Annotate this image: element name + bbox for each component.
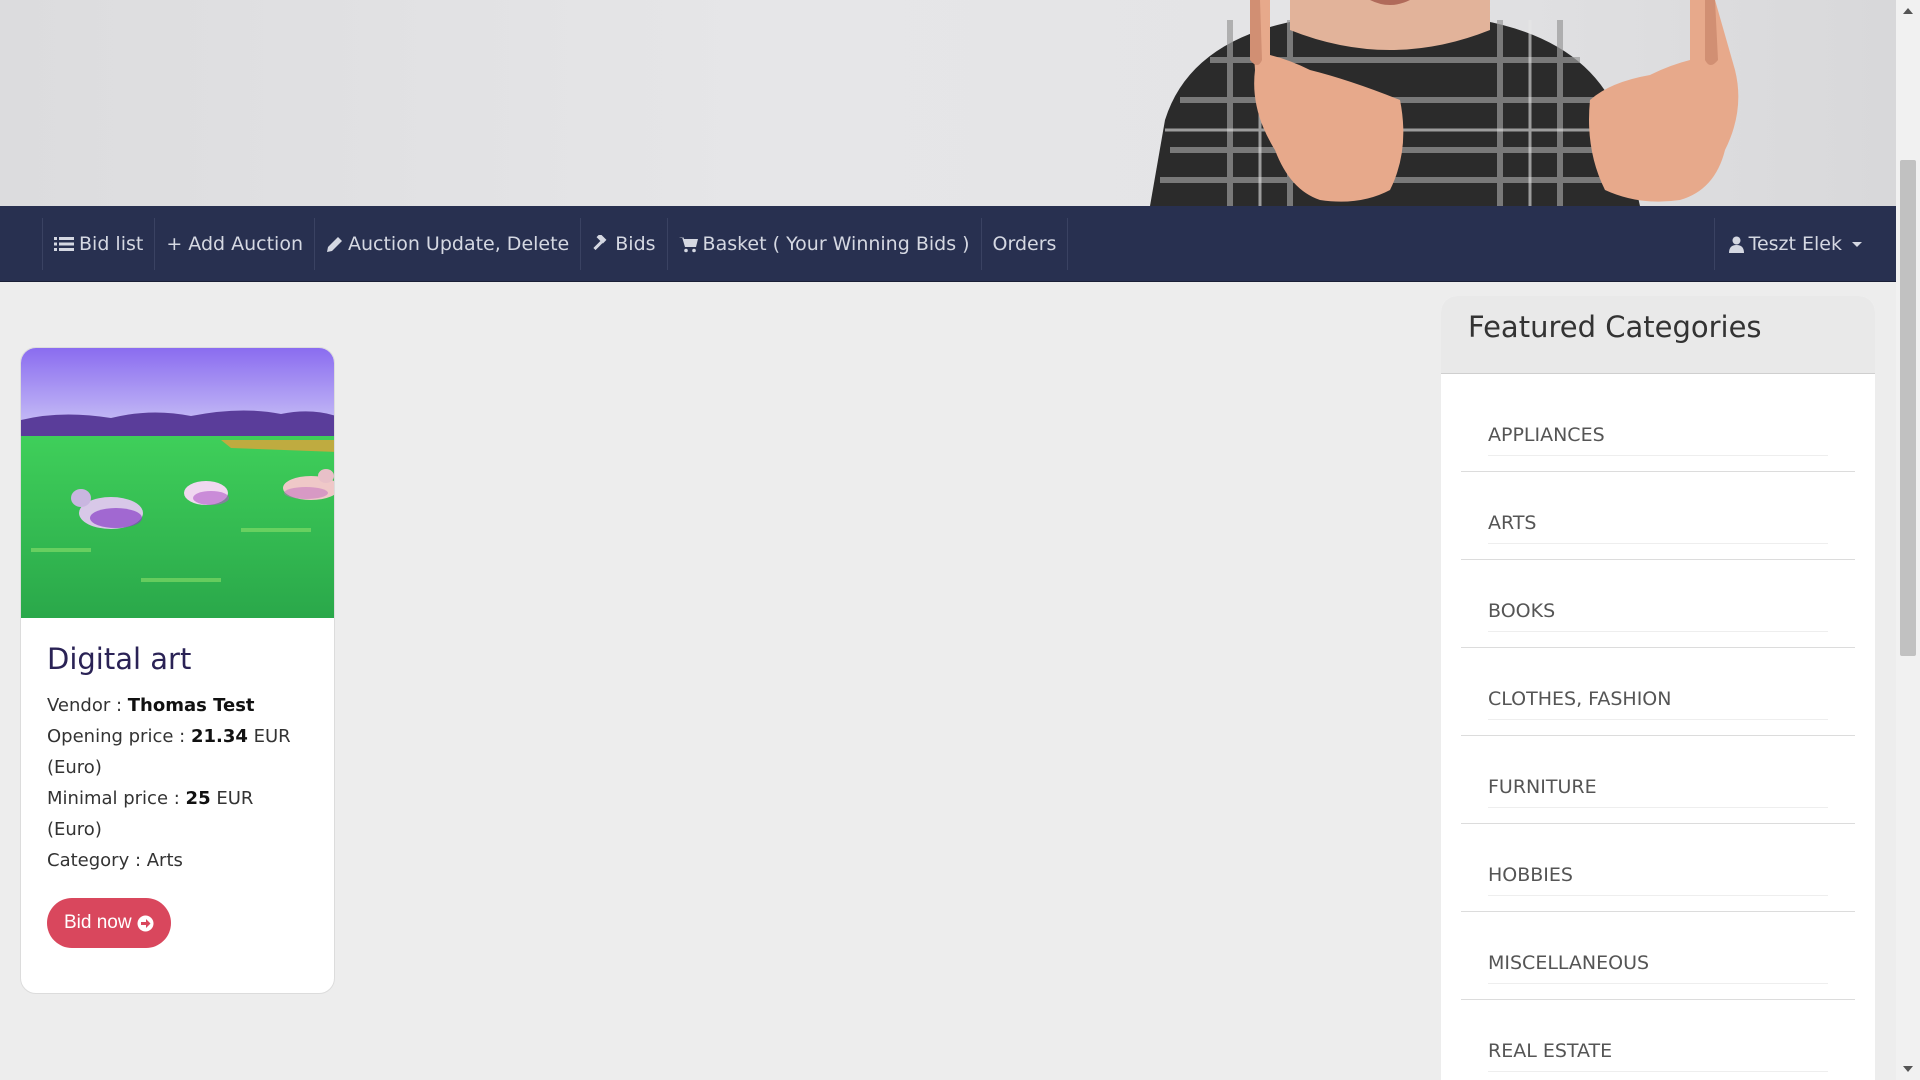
gavel-icon bbox=[592, 235, 610, 253]
scroll-down-icon[interactable] bbox=[1903, 1066, 1913, 1072]
vendor-label: Vendor : bbox=[47, 695, 128, 716]
category-item-clothes-fashion[interactable]: CLOTHES, FASHION bbox=[1461, 648, 1855, 736]
category-label: ARTS bbox=[1488, 512, 1537, 534]
category-item-furniture[interactable]: FURNITURE bbox=[1461, 736, 1855, 824]
category-item-hobbies[interactable]: HOBBIES bbox=[1461, 824, 1855, 912]
user-icon bbox=[1728, 236, 1744, 253]
arrow-circle-right-icon bbox=[137, 915, 154, 931]
minimal-price-value: 25 bbox=[185, 788, 211, 809]
page-scrollbar[interactable] bbox=[1896, 0, 1920, 1080]
category-line: Category : Arts bbox=[47, 850, 183, 871]
nav-item-label: Bid list bbox=[79, 233, 144, 255]
auction-image[interactable] bbox=[21, 348, 335, 618]
category-item-real-estate[interactable]: REAL ESTATE bbox=[1461, 1000, 1855, 1080]
auction-title[interactable]: Digital art bbox=[47, 642, 308, 676]
scroll-up-icon[interactable] bbox=[1903, 8, 1913, 14]
opening-price-value: 21.34 bbox=[190, 726, 248, 747]
scrollbar-thumb[interactable] bbox=[1900, 160, 1916, 656]
chevron-down-icon bbox=[1852, 241, 1862, 247]
nav-item-label: Bids bbox=[615, 233, 656, 255]
user-name: Teszt Elek bbox=[1748, 233, 1842, 255]
category-list: APPLIANCES ARTS BOOKS CLOTHES, FASHION F… bbox=[1441, 374, 1875, 1080]
nav-item-label: Basket ( Your Winning Bids ) bbox=[702, 233, 970, 255]
nav-item-label: Orders bbox=[992, 233, 1057, 255]
hero-image bbox=[1150, 0, 1739, 206]
hero-banner bbox=[0, 0, 1896, 206]
featured-categories-title: Featured Categories bbox=[1468, 310, 1762, 344]
category-label: MISCELLANEOUS bbox=[1488, 952, 1650, 974]
opening-price-line: Opening price : 21.34 EUR (Euro) bbox=[47, 721, 308, 783]
auction-card: Digital art Vendor : Thomas Test Opening… bbox=[20, 347, 335, 994]
category-label: APPLIANCES bbox=[1488, 424, 1605, 446]
category-item-appliances[interactable]: APPLIANCES bbox=[1461, 384, 1855, 472]
nav-item-auction-update[interactable]: Auction Update, Delete bbox=[314, 218, 580, 270]
nav-item-bid-list[interactable]: Bid list bbox=[42, 218, 154, 270]
category-item-miscellaneous[interactable]: MISCELLANEOUS bbox=[1461, 912, 1855, 1000]
category-item-books[interactable]: BOOKS bbox=[1461, 560, 1855, 648]
minimal-price-line: Minimal price : 25 EUR (Euro) bbox=[47, 783, 308, 845]
list-icon bbox=[54, 236, 74, 252]
nav-item-add-auction[interactable]: + Add Auction bbox=[154, 218, 314, 270]
featured-categories-panel: Featured Categories APPLIANCES ARTS BOOK… bbox=[1441, 296, 1875, 1080]
user-dropdown[interactable]: Teszt Elek bbox=[1713, 218, 1876, 270]
category-label: CLOTHES, FASHION bbox=[1488, 688, 1672, 710]
category-item-arts[interactable]: ARTS bbox=[1461, 472, 1855, 560]
minimal-price-label: Minimal price : bbox=[47, 788, 186, 809]
category-label: REAL ESTATE bbox=[1488, 1040, 1613, 1062]
nav-item-orders[interactable]: Orders bbox=[980, 218, 1069, 270]
category-label: BOOKS bbox=[1488, 600, 1556, 622]
vendor-name: Thomas Test bbox=[127, 695, 255, 716]
opening-price-label: Opening price : bbox=[47, 726, 191, 747]
bid-now-label: Bid now bbox=[64, 912, 132, 933]
card-body: Digital art Vendor : Thomas Test Opening… bbox=[21, 618, 334, 972]
nav-item-label: Auction Update, Delete bbox=[348, 233, 570, 255]
featured-categories-header: Featured Categories bbox=[1441, 296, 1875, 374]
nav-item-bids[interactable]: Bids bbox=[580, 218, 666, 270]
cart-icon bbox=[678, 236, 698, 253]
category-label: FURNITURE bbox=[1488, 776, 1597, 798]
nav-item-basket[interactable]: Basket ( Your Winning Bids ) bbox=[666, 218, 981, 270]
nav-menu: Bid list + Add Auction Auction Update, D… bbox=[42, 218, 1069, 270]
main-navbar: Bid list + Add Auction Auction Update, D… bbox=[0, 206, 1896, 282]
vendor-line: Vendor : Thomas Test bbox=[47, 690, 308, 721]
pencil-icon bbox=[326, 236, 343, 253]
bid-now-button[interactable]: Bid now bbox=[47, 898, 171, 948]
category-label: HOBBIES bbox=[1488, 864, 1573, 886]
nav-item-label: + Add Auction bbox=[166, 233, 303, 255]
